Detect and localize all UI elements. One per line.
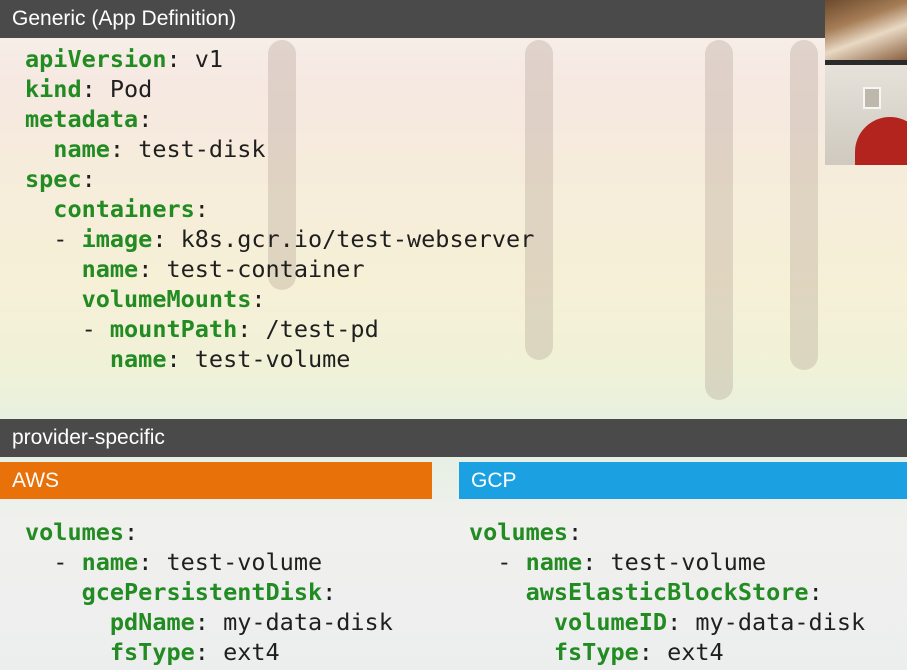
yaml-line: - name: test-volume <box>25 548 323 576</box>
yaml-value: k8s.gcr.io/test-webserver <box>180 225 535 253</box>
webcam-painting <box>825 0 907 60</box>
gcp-header: GCP <box>459 462 907 499</box>
yaml-value: my-data-disk <box>223 608 393 636</box>
gcp-label: GCP <box>471 468 517 492</box>
yaml-line: name: test-volume <box>25 344 534 374</box>
yaml-indent: - <box>25 548 82 576</box>
yaml-line: spec: <box>25 165 96 193</box>
gcp-yaml-code: volumes: - name: test-volume awsElasticB… <box>469 517 865 667</box>
yaml-line: volumeMounts: <box>25 284 534 314</box>
webcam-room <box>825 65 907 165</box>
yaml-indent <box>25 638 110 666</box>
yaml-line: awsElasticBlockStore: <box>469 577 865 607</box>
yaml-indent <box>25 255 82 283</box>
yaml-line: kind: Pod <box>25 75 153 103</box>
yaml-indent: - <box>25 225 82 253</box>
yaml-line: name: test-disk <box>25 134 534 164</box>
yaml-line: name: test-container <box>25 254 534 284</box>
yaml-line: apiVersion: v1 <box>25 45 224 73</box>
yaml-key: kind <box>25 75 82 103</box>
yaml-value: test-volume <box>610 548 767 576</box>
yaml-value: v1 <box>194 45 224 73</box>
yaml-line: - name: test-volume <box>469 548 767 576</box>
yaml-key: containers <box>53 195 195 223</box>
yaml-line: fsType: ext4 <box>469 637 865 667</box>
yaml-line: metadata: <box>25 105 153 133</box>
provider-section-header: provider-specific <box>0 419 907 457</box>
yaml-indent <box>469 608 554 636</box>
aws-label: AWS <box>12 468 60 492</box>
yaml-key: metadata <box>25 105 139 133</box>
yaml-line: pdName: my-data-disk <box>25 607 393 637</box>
yaml-value: ext4 <box>667 638 724 666</box>
provider-section-title: provider-specific <box>12 426 165 449</box>
yaml-value: Pod <box>109 75 153 103</box>
yaml-key: mountPath <box>109 315 238 343</box>
yaml-line: volumeID: my-data-disk <box>469 607 865 637</box>
yaml-key: pdName <box>109 608 195 636</box>
aws-header: AWS <box>0 462 432 499</box>
yaml-key: name <box>81 548 139 576</box>
yaml-indent: - <box>469 548 526 576</box>
yaml-key: name <box>81 255 139 283</box>
yaml-indent <box>25 195 53 223</box>
background-drip <box>705 40 733 400</box>
yaml-key: volumeMounts <box>81 285 252 313</box>
yaml-value: test-disk <box>138 135 266 163</box>
yaml-key: apiVersion <box>25 45 167 73</box>
background-drip <box>790 40 818 370</box>
yaml-indent: - <box>25 315 110 343</box>
yaml-key: volumes <box>25 518 125 546</box>
yaml-key: name <box>109 345 167 373</box>
generic-section-title: Generic (App Definition) <box>12 7 237 30</box>
yaml-line: - image: k8s.gcr.io/test-webserver <box>25 225 535 253</box>
webcam-inset <box>825 0 907 165</box>
yaml-indent <box>469 638 554 666</box>
yaml-key: gcePersistentDisk <box>81 578 323 606</box>
yaml-value: test-container <box>166 255 365 283</box>
yaml-line: containers: <box>25 194 534 224</box>
webcam-wall-frame <box>863 87 881 109</box>
yaml-value: test-volume <box>166 548 323 576</box>
yaml-value: test-volume <box>194 345 351 373</box>
yaml-key: volumes <box>469 518 569 546</box>
yaml-line: fsType: ext4 <box>25 637 393 667</box>
webcam-presenter <box>855 117 907 165</box>
yaml-indent <box>25 285 82 313</box>
yaml-indent <box>25 345 110 373</box>
yaml-key: awsElasticBlockStore <box>525 578 809 606</box>
yaml-line: gcePersistentDisk: <box>25 577 393 607</box>
yaml-line: - mountPath: /test-pd <box>25 315 379 343</box>
yaml-key: volumeID <box>553 608 668 636</box>
yaml-key: fsType <box>109 638 195 666</box>
yaml-line: volumes: <box>469 518 583 546</box>
yaml-key: fsType <box>553 638 639 666</box>
yaml-key: spec <box>25 165 82 193</box>
yaml-value: /test-pd <box>265 315 379 343</box>
generic-yaml-code: apiVersion: v1 kind: Pod metadata: name: t… <box>25 44 534 374</box>
generic-section-header: Generic (App Definition) <box>0 0 825 38</box>
yaml-key: name <box>525 548 583 576</box>
yaml-key: image <box>81 225 153 253</box>
aws-yaml-code: volumes: - name: test-volume gcePersiste… <box>25 517 393 667</box>
yaml-indent <box>25 608 110 636</box>
yaml-line: volumes: <box>25 518 139 546</box>
yaml-indent <box>469 578 526 606</box>
yaml-indent <box>25 135 53 163</box>
yaml-value: my-data-disk <box>695 608 866 636</box>
yaml-indent <box>25 578 82 606</box>
yaml-key: name <box>53 135 110 163</box>
yaml-value: ext4 <box>223 638 280 666</box>
